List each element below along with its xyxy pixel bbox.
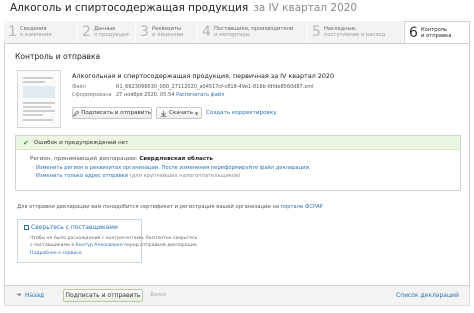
arrow-left-icon: ◄ <box>16 291 21 298</box>
region-row: Регион, принимающий декларацию: Свердлов… <box>30 156 213 162</box>
region-value: Свердловская область <box>139 156 213 162</box>
step-number: 2 <box>82 24 91 40</box>
step-number: 1 <box>8 24 17 40</box>
file-name: R1_6623096630_000_27112020_a04517cf-c818… <box>116 84 314 90</box>
step-invoices[interactable]: 5 Накладные, поступление и расход <box>308 21 404 43</box>
fsrar-portal-link[interactable]: портале ФСРАР <box>281 204 323 210</box>
suppliers-text-2: с поставщиками в Контур.Алкосверке перед… <box>30 243 199 248</box>
file-row: Файл R1_6623096630_000_27112020_a04517cf… <box>72 84 314 90</box>
panel-title: Контроль и отправка <box>15 52 101 61</box>
page-title-main: Алкоголь и спиртосодержащая продукция <box>10 2 249 14</box>
wizard-steps: 1 Сведения о компании 2 Данные о продукции… <box>4 21 470 43</box>
check-status-bar: ✔ Ошибок и предупреждений нет <box>16 136 460 150</box>
step-label: Накладные, поступление и расход <box>324 26 386 38</box>
formed-label: Сформирована <box>72 92 112 98</box>
pen-icon <box>73 110 79 116</box>
sign-and-send-button[interactable]: Подписать и отправить <box>72 107 152 119</box>
document-preview-icon[interactable] <box>17 70 61 128</box>
check-square-icon <box>24 225 29 230</box>
declaration-title: Алкогольная и спиртосодержащая продукция… <box>72 72 335 80</box>
step-control-and-send[interactable]: 6 Контроль и отправка <box>404 21 470 43</box>
footer-sign-and-send-button[interactable]: Подписать и отправить <box>63 289 143 302</box>
suppliers-check-title[interactable]: Сверьтесь с поставщиками <box>24 224 118 231</box>
formed-row: Сформирована 27 ноября 2020, 05:54 Распе… <box>72 92 224 98</box>
service-info-link[interactable]: Подробнее о сервисе <box>30 251 82 256</box>
step-number: 5 <box>312 24 321 40</box>
suppliers-check-box: Сверьтесь с поставщиками Чтобы не было р… <box>17 219 198 263</box>
change-address-row: Изменить только адрес отправки (для круп… <box>36 173 240 179</box>
step-company-info[interactable]: 1 Сведения о компании <box>4 21 78 43</box>
step-product-data[interactable]: 2 Данные о продукции <box>78 21 136 43</box>
print-file-link[interactable]: Распечатать файл <box>176 92 224 98</box>
check-results: ✔ Ошибок и предупреждений нет Регион, пр… <box>15 135 461 191</box>
next-link: Далее <box>150 292 167 298</box>
check-icon: ✔ <box>23 139 29 147</box>
formed-value: 27 ноября 2020, 05:54 Распечатать файл <box>116 92 225 98</box>
footer-bar: ◄ Назад Подписать и отправить Далее Спис… <box>4 286 470 306</box>
step-label: Контроль и отправка <box>421 26 452 39</box>
step-suppliers[interactable]: 4 Поставщики, производители и импортеры <box>198 21 308 43</box>
declarations-list-link[interactable]: Список деклараций <box>396 292 459 299</box>
step-requisites[interactable]: 3 Реквизиты и лицензии <box>136 21 198 43</box>
back-link[interactable]: Назад <box>25 292 44 299</box>
file-label: Файл <box>72 84 86 90</box>
step-label: Поставщики, производители и импортеры <box>214 26 294 38</box>
chevron-down-icon: ▼ <box>194 110 199 116</box>
suppliers-text-1: Чтобы не было расхождений с контрагентам… <box>30 236 198 241</box>
alkosverka-link[interactable]: Контур.Алкосверке <box>76 243 123 248</box>
change-address-link[interactable]: Изменить только адрес отправки <box>36 173 128 179</box>
page-title: Алкоголь и спиртосодержащая продукция за… <box>10 2 357 20</box>
change-address-note: (для крупнейших налогоплательщиков) <box>129 173 241 179</box>
step-number: 3 <box>140 24 149 40</box>
change-region-link[interactable]: Изменить регион в реквизитах организации… <box>36 165 311 171</box>
step-label: Данные о продукции <box>94 26 129 38</box>
check-status-text: Ошибок и предупреждений нет <box>34 140 129 146</box>
step-label: Реквизиты и лицензии <box>152 26 184 38</box>
create-correction-link[interactable]: Создать корректировку <box>206 110 277 116</box>
step-number: 6 <box>409 24 418 41</box>
download-icon <box>160 110 167 117</box>
step-label: Сведения о компании <box>20 26 52 38</box>
step-number: 4 <box>202 24 211 40</box>
certificate-note: Для отправки декларации вам понадобится … <box>17 204 323 210</box>
control-panel: Контроль и отправка Алкогольная и спирто… <box>4 43 470 286</box>
download-button[interactable]: Скачать ▼ <box>156 107 202 119</box>
page-title-period: за IV квартал 2020 <box>253 2 358 14</box>
